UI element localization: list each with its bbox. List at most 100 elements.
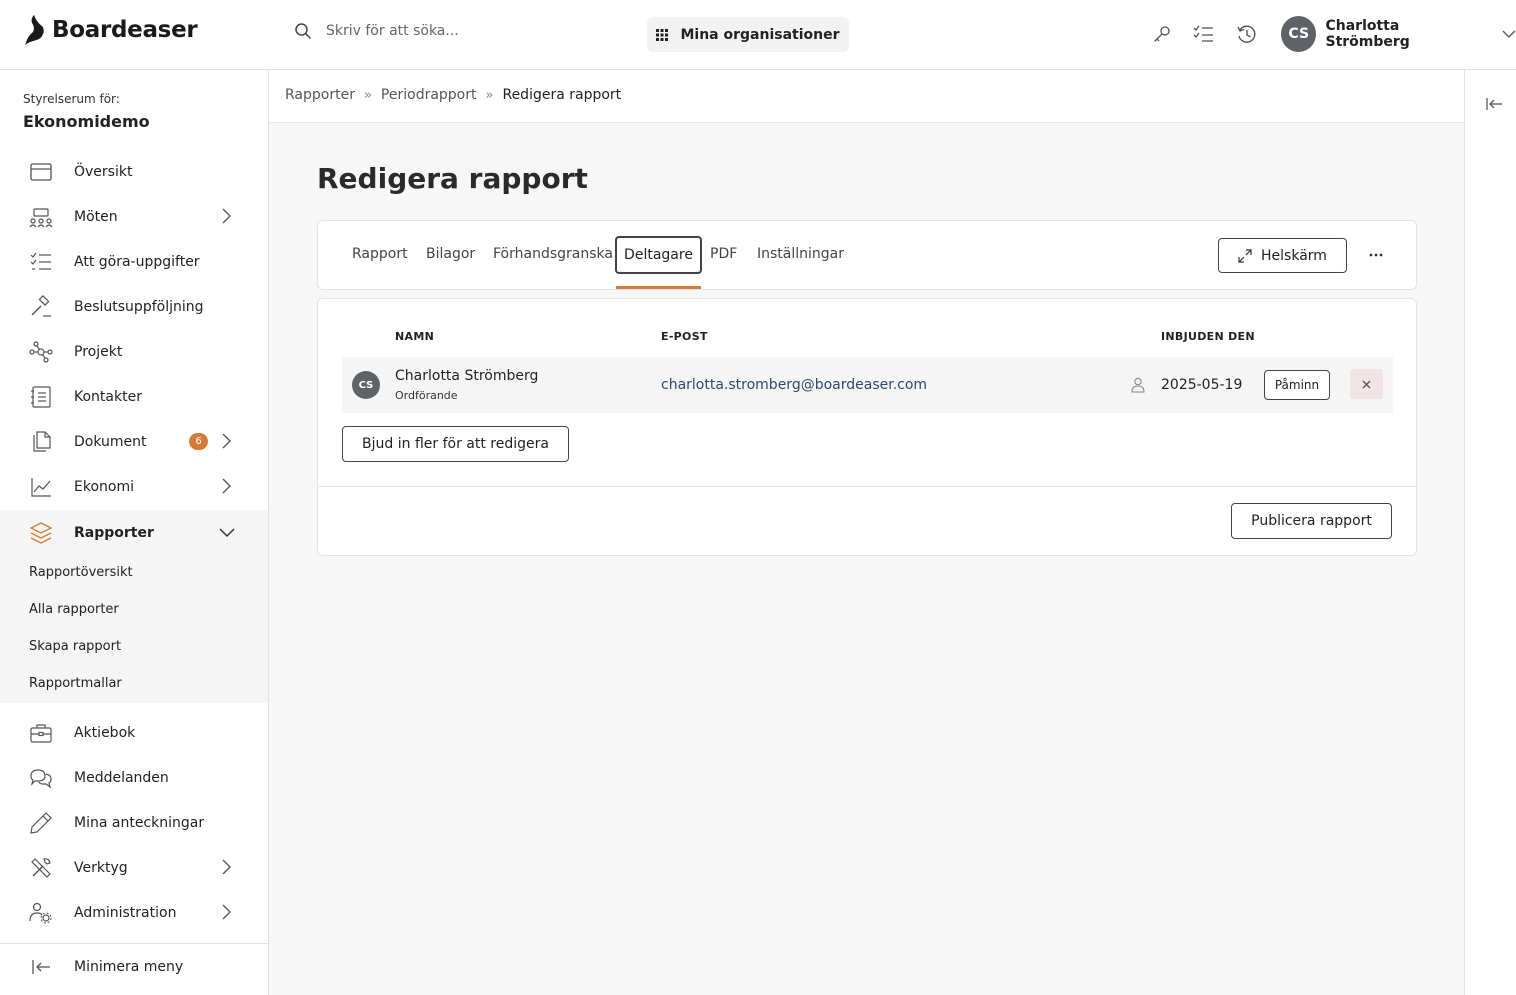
user-menu[interactable]: CS Charlotta Strömberg	[1281, 16, 1516, 52]
tab-forhandsgranska[interactable]: Förhandsgranska	[493, 246, 613, 262]
gavel-icon	[31, 295, 51, 317]
participant-role: Ordförande	[395, 389, 458, 402]
board-label: Styrelserum för:	[23, 92, 120, 106]
brand-logo[interactable]: Boardeaser	[22, 14, 198, 46]
chevron-right-icon	[222, 208, 231, 224]
tab-pdf[interactable]: PDF	[710, 246, 737, 262]
chevron-right-icon	[222, 478, 231, 494]
sidebar-item-ekonomi[interactable]: Ekonomi	[0, 464, 268, 509]
participants-card: NAMN E-POST INBJUDEN DEN CS Charlotta St…	[317, 298, 1417, 556]
search-input[interactable]	[326, 23, 626, 39]
sidebar-item-aktiebok[interactable]: Aktiebok	[0, 710, 268, 755]
checklist-icon	[30, 252, 51, 270]
sidebar-item-kontakter[interactable]: Kontakter	[0, 374, 268, 419]
more-options-button[interactable]	[1364, 243, 1388, 267]
contacts-icon	[31, 386, 51, 408]
expand-icon	[1238, 248, 1252, 263]
user-avatar: CS	[1281, 16, 1317, 52]
breadcrumb-rapporter[interactable]: Rapporter	[285, 87, 355, 103]
chevron-right-icon	[222, 904, 231, 920]
right-panel	[1464, 70, 1516, 995]
participant-email[interactable]: charlotta.stromberg@boardeaser.com	[661, 377, 927, 393]
chevron-down-icon	[219, 528, 235, 538]
participant-avatar: CS	[352, 371, 380, 399]
column-header-invited: INBJUDEN DEN	[1161, 330, 1255, 343]
tab-rapport[interactable]: Rapport	[352, 246, 408, 262]
reports-submenu: Rapportöversikt Alla rapporter Skapa rap…	[0, 555, 268, 703]
breadcrumb-periodrapport[interactable]: Periodrapport	[381, 87, 477, 103]
sidebar-item-mina-anteckningar[interactable]: Mina anteckningar	[0, 800, 268, 845]
page-title: Redigera rapport	[317, 162, 588, 195]
boardeaser-logo-icon	[25, 15, 44, 45]
sidebar-item-label: Dokument	[74, 433, 147, 450]
organizations-button[interactable]: Mina organisationer	[647, 17, 849, 52]
close-icon	[1362, 380, 1371, 388]
tab-installningar[interactable]: Inställningar	[757, 246, 844, 262]
column-header-name: NAMN	[395, 330, 435, 343]
publish-report-button[interactable]: Publicera rapport	[1231, 503, 1392, 539]
grid-icon	[656, 28, 669, 41]
chat-icon	[30, 769, 52, 789]
collapse-left-icon	[32, 960, 50, 974]
sidebar-item-label: Meddelanden	[74, 769, 169, 786]
sidebar-item-att-gora[interactable]: Att göra-uppgifter	[0, 239, 268, 284]
sidebar-item-projekt[interactable]: Projekt	[0, 329, 268, 374]
report-tabs-card: Rapport Bilagor Förhandsgranska Deltagar…	[317, 220, 1417, 290]
tab-bilagor[interactable]: Bilagor	[426, 246, 475, 262]
collapse-panel-icon[interactable]	[1485, 96, 1503, 112]
search-icon	[295, 23, 311, 39]
sidebar-item-label: Mina anteckningar	[74, 814, 205, 831]
key-icon[interactable]	[1152, 24, 1172, 44]
sidebar-item-oversikt[interactable]: Översikt	[0, 149, 268, 194]
sidebar-item-label: Administration	[74, 904, 177, 921]
remind-button[interactable]: Påminn	[1264, 370, 1330, 400]
sidebar-item-verktyg[interactable]: Verktyg	[0, 845, 268, 890]
history-icon[interactable]	[1236, 24, 1258, 46]
sidebar-item-rapporter[interactable]: Rapporter	[0, 510, 268, 555]
calendar-icon	[30, 163, 52, 181]
breadcrumb-separator-icon: »	[485, 87, 494, 103]
layers-icon	[29, 522, 53, 544]
sidebar-item-label: Projekt	[74, 343, 123, 360]
user-icon	[1131, 377, 1145, 393]
meeting-icon	[29, 208, 53, 228]
sidebar: Styrelserum för: Ekonomidemo Översikt Mö…	[0, 70, 269, 995]
submenu-item-rapportmallar[interactable]: Rapportmallar	[29, 676, 122, 691]
documents-icon	[33, 431, 51, 452]
board-name: Ekonomidemo	[23, 112, 150, 131]
top-bar: Boardeaser Mina organisationer CS	[0, 0, 1516, 70]
tab-deltagare[interactable]: Deltagare	[615, 236, 702, 274]
sidebar-item-beslutsuppfoljning[interactable]: Beslutsuppföljning	[0, 284, 268, 329]
sidebar-item-label: Aktiebok	[74, 724, 136, 741]
users-gear-icon	[29, 902, 52, 924]
active-tab-indicator	[616, 286, 701, 289]
minimize-menu-button[interactable]: Minimera meny	[0, 944, 268, 989]
submenu-item-rapportoversikt[interactable]: Rapportöversikt	[29, 565, 133, 580]
fullscreen-button[interactable]: Helskärm	[1218, 238, 1347, 273]
table-row: CS Charlotta Strömberg Ordförande charlo…	[342, 357, 1393, 413]
sidebar-item-label: Beslutsuppföljning	[74, 298, 204, 315]
chevron-right-icon	[222, 433, 231, 449]
participant-invited-date: 2025-05-19	[1161, 377, 1243, 393]
submenu-item-skapa-rapport[interactable]: Skapa rapport	[29, 639, 121, 654]
sidebar-item-administration[interactable]: Administration	[0, 890, 268, 935]
breadcrumb-bar: Rapporter » Periodrapport » Redigera rap…	[269, 70, 1464, 123]
remove-participant-button[interactable]	[1350, 369, 1383, 399]
submenu-item-alla-rapporter[interactable]: Alla rapporter	[29, 602, 119, 617]
column-header-email: E-POST	[661, 330, 708, 343]
breadcrumb: Rapporter » Periodrapport » Redigera rap…	[285, 87, 621, 103]
sidebar-item-label: Kontakter	[74, 388, 142, 405]
briefcase-icon	[30, 724, 52, 743]
sidebar-item-moten[interactable]: Möten	[0, 194, 268, 239]
breadcrumb-current: Redigera rapport	[502, 87, 622, 103]
task-list-icon[interactable]	[1193, 24, 1215, 44]
notification-badge: 6	[189, 433, 208, 450]
invite-more-button[interactable]: Bjud in fler för att redigera	[342, 426, 569, 462]
chevron-down-icon	[1502, 30, 1516, 38]
sidebar-item-dokument[interactable]: Dokument 6	[0, 419, 268, 464]
chevron-right-icon	[222, 859, 231, 875]
sidebar-item-label: Verktyg	[74, 859, 128, 876]
organizations-label: Mina organisationer	[680, 26, 840, 43]
sidebar-item-meddelanden[interactable]: Meddelanden	[0, 755, 268, 800]
sidebar-item-label: Översikt	[74, 163, 133, 180]
